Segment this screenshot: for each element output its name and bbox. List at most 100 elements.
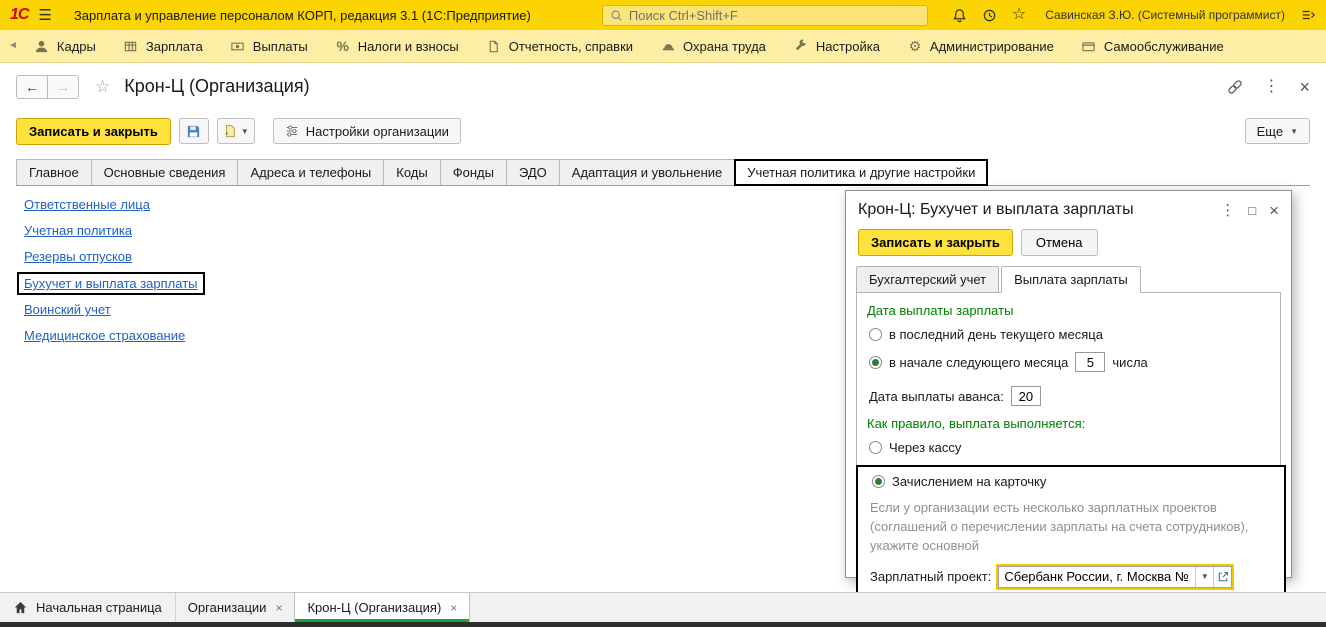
percent-icon: % bbox=[335, 38, 351, 54]
section-label: Настройка bbox=[816, 39, 880, 54]
section-nastroyka[interactable]: Настройка bbox=[793, 38, 880, 54]
tab-adresa-telefony[interactable]: Адреса и телефоны bbox=[237, 159, 384, 185]
tab-buhgalterskiy-uchet[interactable]: Бухгалтерский учет bbox=[856, 266, 999, 292]
close-form-icon[interactable]: × bbox=[1299, 78, 1310, 96]
home-page-tab[interactable]: Начальная страница bbox=[0, 593, 175, 622]
open-icon[interactable] bbox=[1213, 567, 1231, 587]
search-icon bbox=[610, 9, 623, 22]
taskbar-edge bbox=[0, 622, 1326, 627]
section-label: Администрирование bbox=[930, 39, 1054, 54]
day-word-label: числа bbox=[1112, 355, 1147, 370]
window-tab-label: Организации bbox=[188, 600, 267, 615]
salary-grid-icon bbox=[123, 38, 139, 54]
settings-links: Ответственные лица Учетная политика Резе… bbox=[24, 197, 205, 354]
section-zarplata[interactable]: Зарплата bbox=[123, 38, 203, 54]
advance-label: Дата выплаты аванса: bbox=[869, 389, 1004, 404]
collapse-sections-icon[interactable]: ◄ bbox=[8, 41, 18, 51]
link-icon[interactable] bbox=[1227, 79, 1243, 95]
link-medicinskoe-strahovanie[interactable]: Медицинское страхование bbox=[24, 328, 185, 343]
dialog-header: Крон-Ц: Бухучет и выплата зарплаты ⋮ □ × bbox=[846, 191, 1291, 223]
create-based-on-button[interactable]: ▼ bbox=[217, 118, 255, 144]
current-user[interactable]: Савинская З.Ю. (Системный программист) bbox=[1045, 8, 1285, 22]
link-buhuchet-vyplata[interactable]: Бухучет и выплата зарплаты bbox=[24, 276, 198, 291]
dropdown-icon[interactable]: ▼ bbox=[1195, 567, 1213, 587]
link-uchetnaya-politika[interactable]: Учетная политика bbox=[24, 223, 132, 238]
dialog-title: Крон-Ц: Бухучет и выплата зарплаты bbox=[858, 201, 1134, 219]
tab-osnovnye-svedeniya[interactable]: Основные сведения bbox=[91, 159, 239, 185]
panel-toggle-icon[interactable] bbox=[1300, 8, 1316, 22]
save-button[interactable] bbox=[179, 118, 209, 144]
notifications-bell-icon[interactable] bbox=[952, 8, 967, 23]
forward-button[interactable]: → bbox=[47, 75, 79, 99]
section-vyplaty[interactable]: Выплаты bbox=[230, 38, 308, 54]
window-tab-kron-c[interactable]: Крон-Ц (Организация) × bbox=[294, 593, 470, 622]
more-label: Еще bbox=[1257, 124, 1283, 139]
radio-label: Зачислением на карточку bbox=[892, 474, 1046, 489]
app-title: Зарплата и управление персоналом КОРП, р… bbox=[74, 8, 531, 23]
link-otvetstvennye-lica[interactable]: Ответственные лица bbox=[24, 197, 150, 212]
radio-indicator bbox=[872, 475, 885, 488]
form-header-actions: ⋮ × bbox=[1227, 78, 1310, 96]
tab-close-icon[interactable]: × bbox=[275, 601, 282, 615]
payday-input[interactable] bbox=[1075, 352, 1105, 372]
payroll-settings-dialog: Крон-Ц: Бухучет и выплата зарплаты ⋮ □ ×… bbox=[845, 190, 1292, 578]
maximize-icon[interactable]: □ bbox=[1248, 204, 1256, 217]
section-samoobsluzhivanie[interactable]: Самообслуживание bbox=[1081, 38, 1224, 54]
tab-glavnoe[interactable]: Главное bbox=[16, 159, 92, 185]
section-administrirovanie[interactable]: ⚙ Администрирование bbox=[907, 38, 1054, 54]
kebab-menu-icon[interactable]: ⋮ bbox=[1220, 203, 1235, 218]
section-otchetnost[interactable]: Отчетность, справки bbox=[486, 38, 633, 54]
main-menu-icon[interactable]: ☰ bbox=[38, 8, 51, 23]
1c-logo: 1С bbox=[10, 6, 28, 24]
form-toolbar: Записать и закрыть ▼ Настройки организац… bbox=[0, 112, 1326, 150]
form-tabs: Главное Основные сведения Адреса и телеф… bbox=[16, 158, 1310, 186]
favorites-star-icon[interactable]: ☆ bbox=[1012, 7, 1026, 23]
link-rezervy-otpuskov[interactable]: Резервы отпусков bbox=[24, 249, 132, 264]
payment-method-header: Как правило, выплата выполняется: bbox=[867, 416, 1270, 431]
radio-indicator bbox=[869, 356, 882, 369]
project-input[interactable] bbox=[999, 568, 1195, 586]
dialog-tab-page: Дата выплаты зарплаты в последний день т… bbox=[856, 292, 1281, 566]
tab-edo[interactable]: ЭДО bbox=[506, 159, 560, 185]
kebab-menu-icon[interactable]: ⋮ bbox=[1263, 79, 1279, 95]
tab-uchetnaya-politika[interactable]: Учетная политика и другие настройки bbox=[734, 159, 988, 186]
save-and-close-button[interactable]: Записать и закрыть bbox=[16, 118, 171, 145]
tab-fondy[interactable]: Фонды bbox=[440, 159, 507, 185]
radio-last-day[interactable]: в последний день текущего месяца bbox=[869, 327, 1270, 342]
global-search-field[interactable]: Поиск Ctrl+Shift+F bbox=[602, 5, 928, 26]
section-kadry[interactable]: Кадры bbox=[34, 38, 96, 54]
tab-kody[interactable]: Коды bbox=[383, 159, 440, 185]
helmet-icon bbox=[660, 38, 676, 54]
radio-card[interactable]: Зачислением на карточку bbox=[872, 474, 1272, 489]
section-ohrana-truda[interactable]: Охрана труда bbox=[660, 38, 766, 54]
project-label: Зарплатный проект: bbox=[870, 569, 991, 584]
gear-icon: ⚙ bbox=[907, 38, 923, 54]
open-windows-bar: Начальная страница Организации × Крон-Ц … bbox=[0, 592, 1326, 622]
close-dialog-icon[interactable]: × bbox=[1269, 202, 1279, 219]
link-voinskiy-uchet[interactable]: Воинский учет bbox=[24, 302, 111, 317]
section-nalogi[interactable]: % Налоги и взносы bbox=[335, 38, 459, 54]
topbar: 1С ☰ Зарплата и управление персоналом КО… bbox=[0, 0, 1326, 30]
org-settings-button[interactable]: Настройки организации bbox=[273, 118, 461, 144]
radio-cash[interactable]: Через кассу bbox=[869, 440, 1270, 455]
form-title: Крон-Ц (Организация) bbox=[124, 76, 309, 97]
radio-next-month[interactable]: в начале следующего месяца числа bbox=[869, 352, 1270, 372]
org-settings-label: Настройки организации bbox=[306, 124, 449, 139]
back-button[interactable]: ← bbox=[16, 75, 48, 99]
dialog-save-and-close-button[interactable]: Записать и закрыть bbox=[858, 229, 1013, 256]
tab-vyplata-zarplaty[interactable]: Выплата зарплаты bbox=[1001, 266, 1141, 293]
more-button[interactable]: Еще ▼ bbox=[1245, 118, 1310, 144]
salary-date-header: Дата выплаты зарплаты bbox=[867, 303, 1270, 318]
window-tab-organizacii[interactable]: Организации × bbox=[175, 593, 295, 622]
chevron-down-icon: ▼ bbox=[1290, 127, 1298, 136]
app-window: 1С ☰ Зарплата и управление персоналом КО… bbox=[0, 0, 1326, 627]
tab-close-icon[interactable]: × bbox=[450, 601, 457, 615]
tab-adaptaciya-uvolnenie[interactable]: Адаптация и увольнение bbox=[559, 159, 735, 185]
advance-day-input[interactable] bbox=[1011, 386, 1041, 406]
form-favorite-star-icon[interactable]: ☆ bbox=[95, 78, 110, 95]
report-document-icon bbox=[486, 38, 502, 54]
history-icon[interactable] bbox=[982, 8, 997, 23]
chevron-down-icon: ▼ bbox=[241, 127, 249, 136]
radio-indicator bbox=[869, 328, 882, 341]
dialog-cancel-button[interactable]: Отмена bbox=[1021, 229, 1098, 256]
